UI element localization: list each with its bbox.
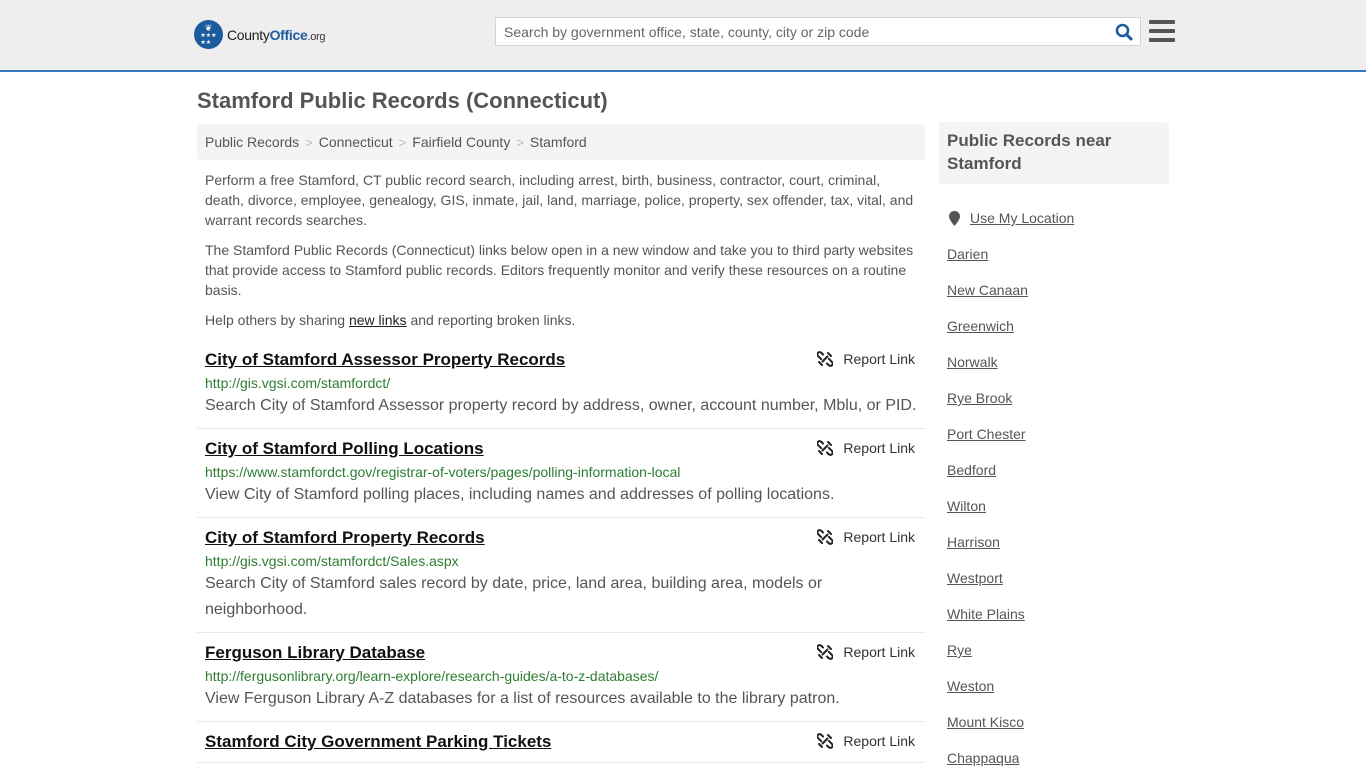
report-link-label: Report Link [843, 529, 915, 545]
report-link-button[interactable]: Report Link [817, 440, 915, 456]
nearby-city-link[interactable]: Weston [947, 678, 994, 694]
nearby-city-item: Norwalk [947, 344, 1167, 380]
report-link-label: Report Link [843, 440, 915, 456]
nearby-city-link[interactable]: Port Chester [947, 426, 1026, 442]
nearby-city-item: Rye [947, 632, 1167, 668]
report-link-button[interactable]: Report Link [817, 351, 915, 367]
result-item: City of Stamford Property Records Report … [197, 518, 925, 633]
result-title-link[interactable]: Stamford City Government Parking Tickets [205, 731, 551, 753]
report-link-button[interactable]: Report Link [817, 644, 915, 660]
result-url: http://gis.vgsi.com/stamfordct/ [205, 375, 391, 391]
nearby-city-item: Bedford [947, 452, 1167, 488]
search-bar [495, 17, 1141, 46]
result-url: https://www.stamfordct.gov/registrar-of-… [205, 464, 681, 480]
nearby-city-link[interactable]: Chappaqua [947, 750, 1019, 766]
breadcrumb-separator: > [305, 134, 313, 150]
nearby-city-item: Port Chester [947, 416, 1167, 452]
breadcrumb-public-records[interactable]: Public Records [205, 134, 299, 150]
nearby-city-link[interactable]: Harrison [947, 534, 1000, 550]
nearby-city-item: New Canaan [947, 272, 1167, 308]
nearby-list: Use My Location Darien New Canaan Greenwic… [947, 200, 1167, 776]
search-icon [1115, 23, 1133, 40]
result-item: Stamford City Government Parking Tickets… [197, 722, 925, 763]
result-item: City of Stamford Assessor Property Recor… [197, 340, 925, 429]
broken-link-icon [817, 351, 834, 367]
intro-paragraph: The Stamford Public Records (Connecticut… [205, 242, 914, 298]
report-link-button[interactable]: Report Link [817, 733, 915, 749]
search-button[interactable] [1108, 18, 1140, 45]
nearby-city-item: Westport [947, 560, 1167, 596]
logo-emblem-icon: ❦ ★★★ ★★ [194, 20, 223, 49]
site-header: ❦ ★★★ ★★ CountyOffice.org [0, 0, 1366, 72]
breadcrumb-fairfield-county[interactable]: Fairfield County [412, 134, 510, 150]
result-url: http://fergusonlibrary.org/learn-explore… [205, 668, 659, 684]
nearby-city-link[interactable]: Darien [947, 246, 988, 262]
nearby-city-link[interactable]: Rye [947, 642, 972, 658]
result-title-link[interactable]: Ferguson Library Database [205, 642, 425, 664]
nearby-city-item: Rye Brook [947, 380, 1167, 416]
breadcrumb: Public Records > Connecticut > Fairfield… [197, 124, 925, 160]
result-item: Ferguson Library Database Report Link http… [197, 633, 925, 722]
hamburger-menu-icon[interactable] [1149, 19, 1175, 43]
breadcrumb-stamford[interactable]: Stamford [530, 134, 587, 150]
broken-link-icon [817, 644, 834, 660]
intro-text: Perform a free Stamford, CT public recor… [205, 170, 921, 340]
report-link-button[interactable]: Report Link [817, 529, 915, 545]
breadcrumb-connecticut[interactable]: Connecticut [319, 134, 393, 150]
nearby-city-item: Mount Kisco [947, 704, 1167, 740]
results-list: City of Stamford Assessor Property Recor… [197, 340, 925, 763]
broken-link-icon [817, 440, 834, 456]
nearby-city-link[interactable]: Bedford [947, 462, 996, 478]
nearby-city-item: Weston [947, 668, 1167, 704]
report-link-label: Report Link [843, 351, 915, 367]
nearby-city-link[interactable]: Westport [947, 570, 1003, 586]
report-link-label: Report Link [843, 644, 915, 660]
use-my-location-item: Use My Location [947, 200, 1167, 236]
nearby-city-link[interactable]: New Canaan [947, 282, 1028, 298]
broken-link-icon [817, 733, 834, 749]
page-title: Stamford Public Records (Connecticut) [197, 88, 608, 113]
nearby-city-item: Harrison [947, 524, 1167, 560]
result-description: Search City of Stamford sales record by … [205, 575, 823, 618]
use-my-location-link[interactable]: Use My Location [970, 210, 1074, 226]
map-pin-icon [949, 210, 960, 226]
nearby-city-link[interactable]: Greenwich [947, 318, 1014, 334]
nearby-city-link[interactable]: Wilton [947, 498, 986, 514]
nearby-city-item: Wilton [947, 488, 1167, 524]
nearby-city-item: Greenwich [947, 308, 1167, 344]
breadcrumb-separator: > [516, 134, 524, 150]
intro-paragraph: Perform a free Stamford, CT public recor… [205, 172, 914, 228]
result-title-link[interactable]: City of Stamford Assessor Property Recor… [205, 349, 565, 371]
broken-link-icon [817, 529, 834, 545]
report-link-label: Report Link [843, 733, 915, 749]
nearby-city-link[interactable]: Norwalk [947, 354, 998, 370]
breadcrumb-separator: > [398, 134, 407, 150]
nearby-city-link[interactable]: White Plains [947, 606, 1025, 622]
new-links-link[interactable]: new links [349, 312, 407, 328]
help-paragraph: Help others by sharing new links and rep… [205, 312, 576, 328]
nearby-city-link[interactable]: Mount Kisco [947, 714, 1024, 730]
nearby-city-item: Chappaqua [947, 740, 1167, 776]
site-logo[interactable]: ❦ ★★★ ★★ CountyOffice.org [194, 20, 326, 49]
sidebar-title: Public Records near Stamford [939, 122, 1169, 184]
result-description: View City of Stamford polling places, in… [205, 486, 835, 503]
result-description: Search City of Stamford Assessor propert… [205, 397, 917, 414]
result-url: http://gis.vgsi.com/stamfordct/Sales.asp… [205, 553, 459, 569]
result-title-link[interactable]: City of Stamford Property Records [205, 527, 485, 549]
nearby-city-item: White Plains [947, 596, 1167, 632]
search-input[interactable] [496, 18, 1108, 45]
logo-text: CountyOffice.org [227, 26, 326, 43]
result-description: View Ferguson Library A-Z databases for … [205, 690, 840, 707]
nearby-city-link[interactable]: Rye Brook [947, 390, 1012, 406]
result-title-link[interactable]: City of Stamford Polling Locations [205, 438, 484, 460]
nearby-city-item: Darien [947, 236, 1167, 272]
result-item: City of Stamford Polling Locations Report… [197, 429, 925, 518]
